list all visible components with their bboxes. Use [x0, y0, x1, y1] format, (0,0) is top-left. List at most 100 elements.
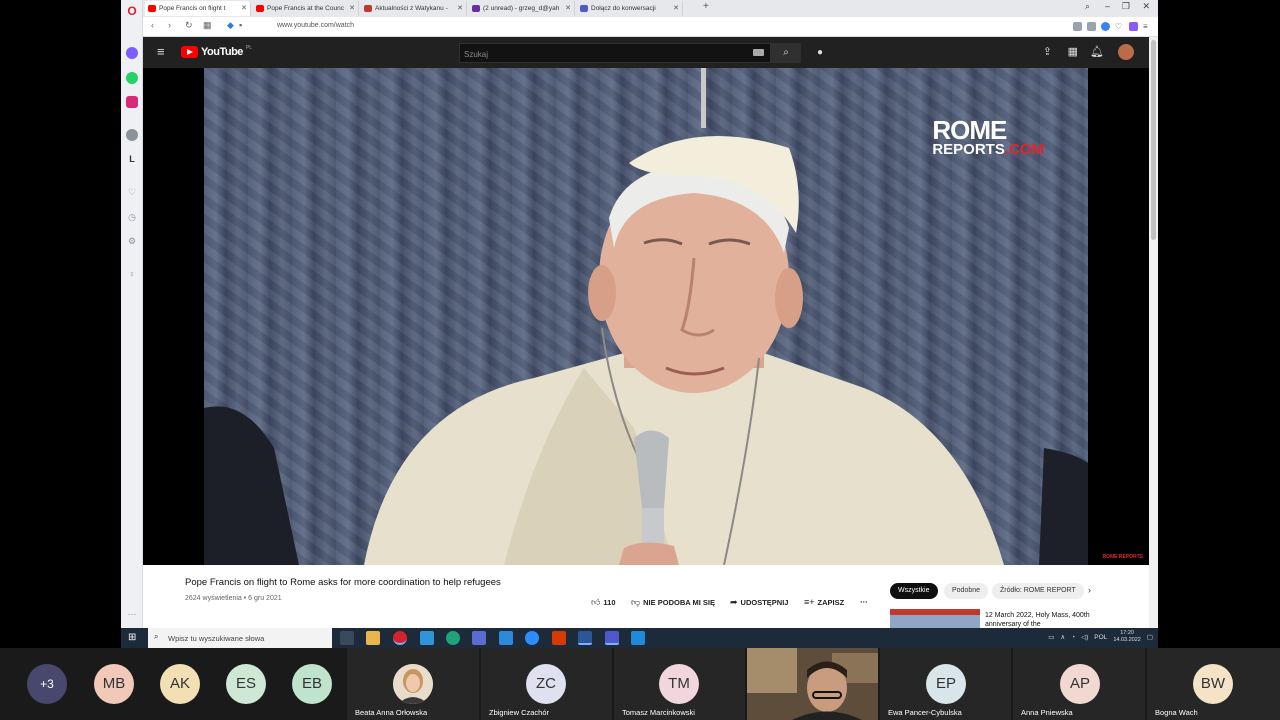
search-tabs-icon[interactable]: ⌕ — [1085, 1, 1090, 12]
participant-tile[interactable]: Beata Anna Orłowska — [347, 648, 479, 720]
history-icon[interactable]: ◷ — [126, 211, 138, 223]
close-tab-icon[interactable]: ✕ — [349, 1, 355, 16]
messenger-icon[interactable] — [126, 47, 138, 59]
bookmark-heart-icon[interactable]: ♡ — [1115, 22, 1124, 31]
minimize-icon[interactable]: – — [1105, 1, 1110, 11]
lightbulb-icon[interactable]: ♀ — [126, 268, 138, 280]
like-button[interactable]: 👍︎ 110 — [591, 597, 616, 608]
reload-icon[interactable]: ↻ — [185, 20, 193, 31]
participant-tile[interactable]: AP Anna Pniewska — [1013, 648, 1145, 720]
close-tab-icon[interactable]: ✕ — [565, 1, 571, 16]
participant-tile[interactable]: EP Ewa Pancer-Cybulska — [880, 648, 1011, 720]
hamburger-menu-icon[interactable]: ≡ — [157, 44, 165, 59]
chip-source[interactable]: Źródło: ROME REPORT — [992, 583, 1084, 599]
page-scrollbar[interactable] — [1149, 37, 1158, 628]
close-tab-icon[interactable]: ✕ — [673, 1, 679, 16]
tab-teams[interactable]: Dołącz do konwersacji ✕ — [577, 1, 683, 16]
notifications-icon[interactable]: ▢ — [1147, 633, 1153, 641]
security-shield-icon[interactable]: ◆ — [227, 20, 234, 31]
restore-icon[interactable]: ❐ — [1122, 1, 1130, 12]
participant-tile[interactable]: TM Tomasz Marcinkowski — [614, 648, 745, 720]
account-avatar[interactable] — [1118, 44, 1134, 60]
clock[interactable]: 17:20 14.03.2022 — [1113, 630, 1141, 644]
chevron-up-icon[interactable]: ∧ — [1060, 633, 1065, 641]
overflow-count[interactable]: +3 — [27, 664, 67, 704]
network-icon[interactable]: ◔ — [1071, 634, 1075, 641]
tabs-grid-icon[interactable]: ▦ — [203, 20, 212, 31]
video-player[interactable]: ROME REPORTS.COM ROME REPORTS — [143, 68, 1149, 565]
participant-tile[interactable]: EB — [292, 648, 347, 720]
back-icon[interactable]: ‹ — [151, 20, 154, 30]
settings-app-icon[interactable] — [472, 631, 486, 645]
keyboard-icon[interactable] — [753, 49, 764, 56]
heart-icon[interactable]: ♡ — [126, 186, 138, 198]
scrollbar-thumb[interactable] — [1151, 40, 1156, 240]
participant-tile[interactable]: ZC Zbigniew Czachór — [481, 648, 612, 720]
tab-strip: Pope Francis on flight t ✕ Pope Francis … — [143, 0, 1158, 17]
chip-next-arrow-icon[interactable]: › — [1088, 585, 1091, 595]
dislike-button[interactable]: 👎︎ NIE PODOBA MI SIĘ — [631, 597, 715, 608]
player-icon[interactable] — [126, 129, 138, 141]
forward-icon[interactable]: › — [168, 20, 171, 30]
opera-taskbar-icon[interactable] — [393, 631, 407, 645]
camera-icon[interactable] — [1087, 22, 1096, 31]
keyboard-tray-icon[interactable]: ▭ — [1048, 633, 1054, 641]
microphone-icon[interactable]: ● — [810, 43, 830, 63]
instagram-icon[interactable] — [126, 96, 138, 108]
tab-label: Pope Francis on flight t — [159, 5, 226, 12]
office-icon[interactable] — [552, 631, 566, 645]
close-window-icon[interactable]: ✕ — [1142, 1, 1150, 12]
file-explorer-icon[interactable] — [366, 631, 380, 645]
related-video-thumbnail[interactable] — [890, 609, 980, 629]
teams-icon[interactable] — [605, 631, 619, 645]
related-video-title[interactable]: 12 March 2022, Holy Mass, 400th annivers… — [985, 611, 1095, 629]
search-button[interactable]: ⌕ — [771, 43, 801, 63]
mail-icon[interactable] — [420, 631, 434, 645]
l-icon[interactable]: L — [126, 153, 138, 165]
search-input[interactable] — [460, 45, 750, 64]
chip-all[interactable]: Wszystkie — [890, 583, 938, 599]
taskbar-search-input[interactable] — [168, 631, 328, 645]
easy-setup-icon[interactable]: ≡ — [1143, 22, 1152, 31]
whatsapp-icon[interactable] — [126, 72, 138, 84]
lock-icon[interactable]: ▪ — [239, 20, 242, 30]
save-button[interactable]: ≡+ ZAPISZ — [804, 597, 844, 607]
youtube-logo[interactable]: YouTube PL — [181, 45, 252, 59]
create-upload-icon[interactable]: ⇪ — [1043, 45, 1052, 58]
participant-tile[interactable]: ES — [226, 648, 292, 720]
vpn-icon[interactable] — [1101, 22, 1110, 31]
settings-gear-icon[interactable]: ⚙ — [126, 235, 138, 247]
snapshot-icon[interactable] — [1073, 22, 1082, 31]
tab-pope-flight[interactable]: Pope Francis on flight t ✕ — [145, 1, 251, 16]
zoom-icon[interactable] — [525, 631, 539, 645]
participant-tile[interactable]: BW Bogna Wach — [1147, 648, 1280, 720]
participant-video-tile[interactable] — [747, 648, 878, 720]
language-indicator[interactable]: POL — [1094, 634, 1107, 641]
overflow-participants[interactable]: +3 — [0, 648, 94, 720]
new-tab-button[interactable]: + — [703, 1, 709, 12]
screen-share-icon[interactable] — [631, 631, 645, 645]
participant-tile[interactable]: AK — [160, 648, 226, 720]
more-actions-button[interactable]: ⋯ — [860, 597, 868, 606]
participant-tile[interactable]: MB — [94, 648, 160, 720]
notes-icon[interactable] — [499, 631, 513, 645]
close-tab-icon[interactable]: ✕ — [457, 1, 463, 16]
apps-grid-icon[interactable]: ▦ — [1068, 45, 1078, 58]
volume-icon[interactable]: ◁) — [1081, 633, 1088, 641]
sidebar-more-icon[interactable]: ⋯ — [126, 608, 138, 620]
task-view-icon[interactable] — [340, 631, 354, 645]
tab-pope-council[interactable]: Pope Francis at the Counc ✕ — [253, 1, 359, 16]
tab-yahoo-mail[interactable]: (2 unread) - grzeg_d@yah ✕ — [469, 1, 575, 16]
word-icon[interactable] — [578, 631, 592, 645]
notifications-bell-icon[interactable]: 🔔︎ — [1090, 45, 1104, 58]
playlist-add-icon: ≡+ — [804, 597, 815, 607]
share-button[interactable]: ➦ UDOSTĘPNIJ — [730, 597, 788, 608]
windows-start-icon[interactable]: ⊞ — [128, 632, 140, 644]
edge-icon[interactable] — [446, 631, 460, 645]
extension-icon[interactable] — [1129, 22, 1138, 31]
chip-similar[interactable]: Podobne — [944, 583, 989, 599]
close-tab-icon[interactable]: ✕ — [241, 1, 247, 16]
opera-logo-icon[interactable]: O — [126, 5, 138, 17]
tab-vatican-news[interactable]: Aktualności z Watykanu - ✕ — [361, 1, 467, 16]
url-text[interactable]: www.youtube.com/watch — [277, 22, 354, 29]
